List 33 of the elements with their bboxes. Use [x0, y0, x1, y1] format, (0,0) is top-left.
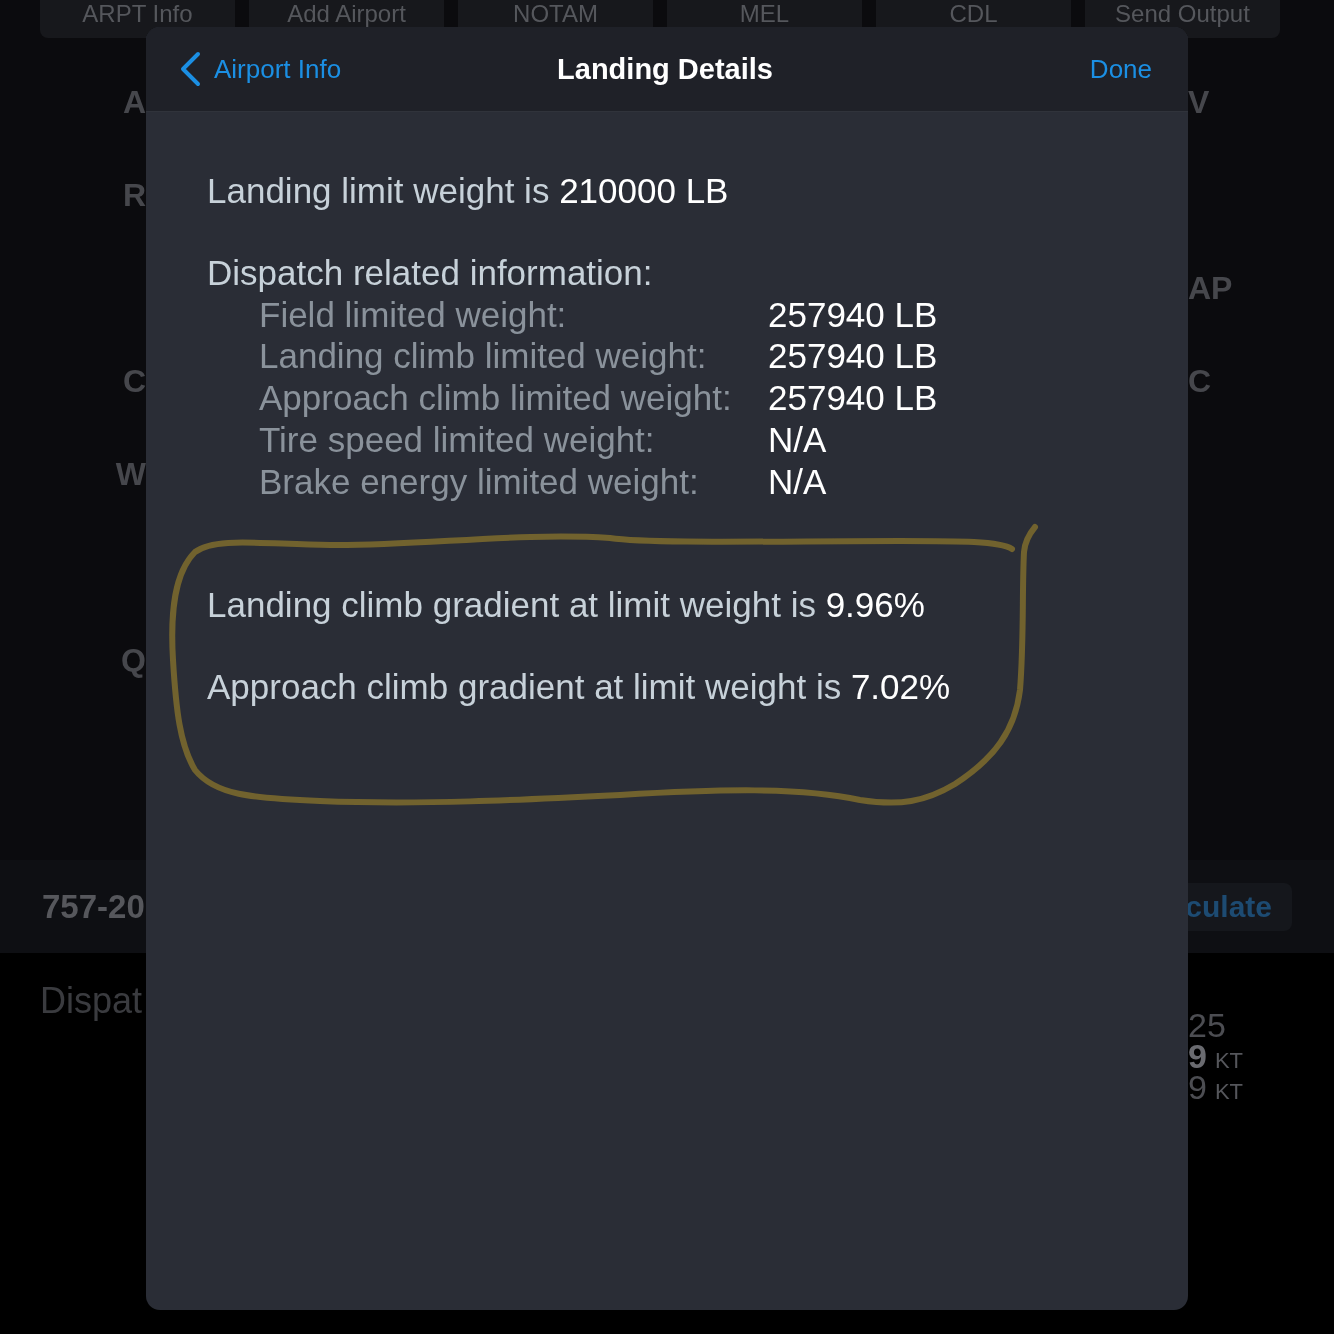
- weight-value: 257940 LB: [768, 335, 938, 378]
- weight-label: Landing climb limited weight:: [259, 336, 707, 376]
- weight-label: Field limited weight:: [259, 294, 567, 334]
- background-label: A: [122, 83, 146, 120]
- gradient-text: Approach climb gradient at limit weight is 7.02%: [207, 666, 951, 709]
- done-button[interactable]: Done: [1089, 53, 1152, 85]
- summary-text: Landing limit weight is 210000 LB: [207, 170, 729, 212]
- chevron-left-icon: [178, 51, 202, 87]
- background-label: C: [1188, 362, 1212, 399]
- reading-unit: KT: [1214, 1078, 1244, 1106]
- weight-value: N/A: [768, 419, 827, 461]
- aircraft-label: 757-20: [42, 888, 145, 925]
- section-title: Dispat: [40, 980, 143, 1021]
- background-label: AP: [1188, 269, 1233, 306]
- background-label: C: [122, 362, 146, 399]
- gradient-text: Landing climb gradient at limit weight is 9.96%: [207, 583, 925, 626]
- reading-unit: KT: [1214, 1047, 1244, 1075]
- background-label: W: [115, 455, 146, 492]
- dialog-title: Landing Details: [557, 52, 773, 86]
- weight-value: N/A: [768, 460, 827, 503]
- reading-value: 9: [1188, 1072, 1207, 1103]
- weight-label: Brake energy limited weight:: [259, 461, 699, 501]
- weight-value: 257940 LB: [768, 377, 938, 419]
- weight-value: 257940 LB: [768, 293, 938, 336]
- weight-label: Tire speed limited weight:: [259, 420, 655, 459]
- weight-label: Approach climb limited weight:: [259, 378, 732, 418]
- reading-value: 25: [1188, 1010, 1226, 1041]
- back-button[interactable]: Airport Info: [178, 51, 342, 87]
- background-label: Q: [121, 641, 146, 678]
- reading-value: 9: [1188, 1041, 1207, 1072]
- background-label: R: [122, 176, 146, 213]
- background-label: V: [1188, 83, 1210, 120]
- section-heading: Dispatch related information:: [207, 251, 653, 294]
